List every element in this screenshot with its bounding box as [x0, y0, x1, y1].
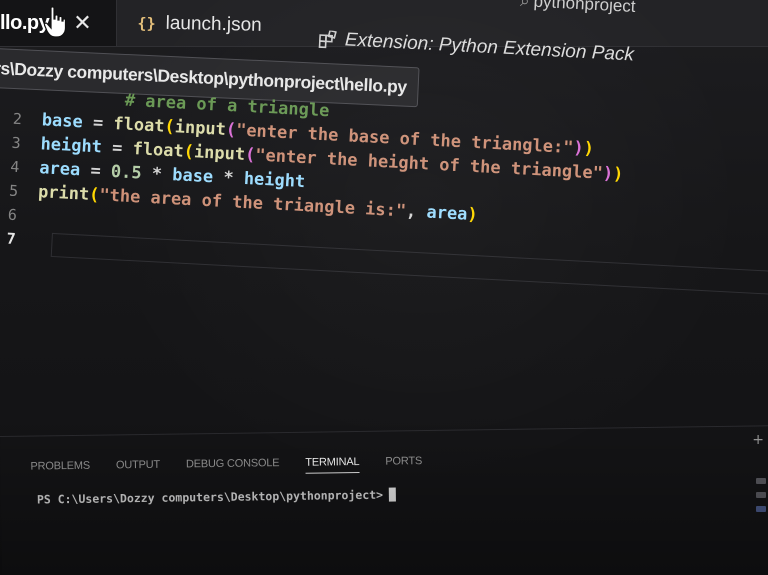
operator-token: = — [82, 112, 114, 134]
tab-debug-console[interactable]: DEBUG CONSOLE — [186, 457, 280, 474]
line-number: 5 — [8, 181, 19, 201]
number-token: 0.5 — [110, 161, 143, 184]
string-token: "the area of the triangle is:" — [98, 185, 407, 222]
operator-token: * — [212, 167, 245, 189]
terminal-prompt: PS C:\Users\Dozzy computers\Desktop\pyth… — [36, 487, 384, 507]
line-number: 7 — [6, 229, 17, 249]
tab-problems[interactable]: PROBLEMS — [30, 460, 90, 477]
terminal-list-icon[interactable] — [756, 492, 766, 498]
terminal-list-icon[interactable] — [756, 478, 766, 484]
variable-token: base — [171, 165, 214, 188]
tab-output[interactable]: OUTPUT — [116, 459, 160, 476]
terminal-input[interactable]: PS C:\Users\Dozzy computers\Desktop\pyth… — [36, 487, 397, 507]
hand-pointer-icon — [44, 6, 66, 38]
operator-token: = — [79, 160, 112, 182]
close-icon[interactable]: ✕ — [73, 10, 91, 36]
variable-token: area — [425, 202, 468, 225]
bracket-token: ) — [466, 204, 479, 226]
window-title: ⌕ pythonproject — [520, 0, 636, 17]
extension-icon — [318, 30, 337, 49]
function-token: float — [112, 114, 166, 137]
tab-terminal[interactable]: TERMINAL — [305, 455, 360, 474]
terminal-list-icon[interactable] — [756, 506, 766, 512]
line-number: 6 — [7, 205, 18, 225]
tab-ports[interactable]: PORTS — [385, 455, 422, 472]
operator-token: * — [141, 163, 173, 186]
new-terminal-icon[interactable]: + — [752, 432, 764, 448]
function-token: input — [174, 117, 227, 140]
bracket-token: ) — [612, 164, 624, 185]
operator-token: , — [405, 201, 428, 223]
editor-tab-strip: llo.py ✕ {} launch.json Extension: Pytho… — [0, 0, 768, 66]
tab-label: launch.json — [165, 12, 262, 36]
variable-token: height — [40, 134, 103, 158]
tab-label: llo.py — [0, 11, 50, 34]
search-icon: ⌕ — [519, 0, 531, 11]
operator-token: = — [101, 137, 134, 160]
vscode-window: llo.py ✕ {} launch.json Extension: Pytho… — [0, 0, 768, 575]
bracket-token: ) — [583, 138, 595, 160]
variable-token: base — [41, 110, 84, 133]
line-number: 3 — [11, 133, 22, 153]
json-braces-icon: {} — [137, 14, 156, 33]
variable-token: area — [38, 158, 81, 181]
function-token: input — [193, 142, 246, 165]
current-line-highlight — [50, 232, 768, 297]
line-number: 2 — [12, 109, 23, 129]
window-title-text: pythonproject — [533, 0, 637, 17]
line-number: 4 — [9, 157, 20, 177]
tab-label: Extension: Python Extension Pack — [344, 29, 635, 66]
terminal-cursor — [388, 487, 397, 502]
code-editor[interactable]: # area of a triangle 2 base = float(inpu… — [0, 78, 768, 320]
function-token: print — [37, 182, 90, 205]
tab-launch-json[interactable]: {} launch.json — [125, 0, 296, 50]
variable-token: height — [243, 168, 306, 193]
line-number — [0, 94, 23, 95]
function-token: float — [132, 139, 185, 162]
bottom-panel: PROBLEMS OUTPUT DEBUG CONSOLE TERMINAL P… — [0, 424, 768, 575]
panel-tab-bar: PROBLEMS OUTPUT DEBUG CONSOLE TERMINAL P… — [30, 453, 448, 479]
